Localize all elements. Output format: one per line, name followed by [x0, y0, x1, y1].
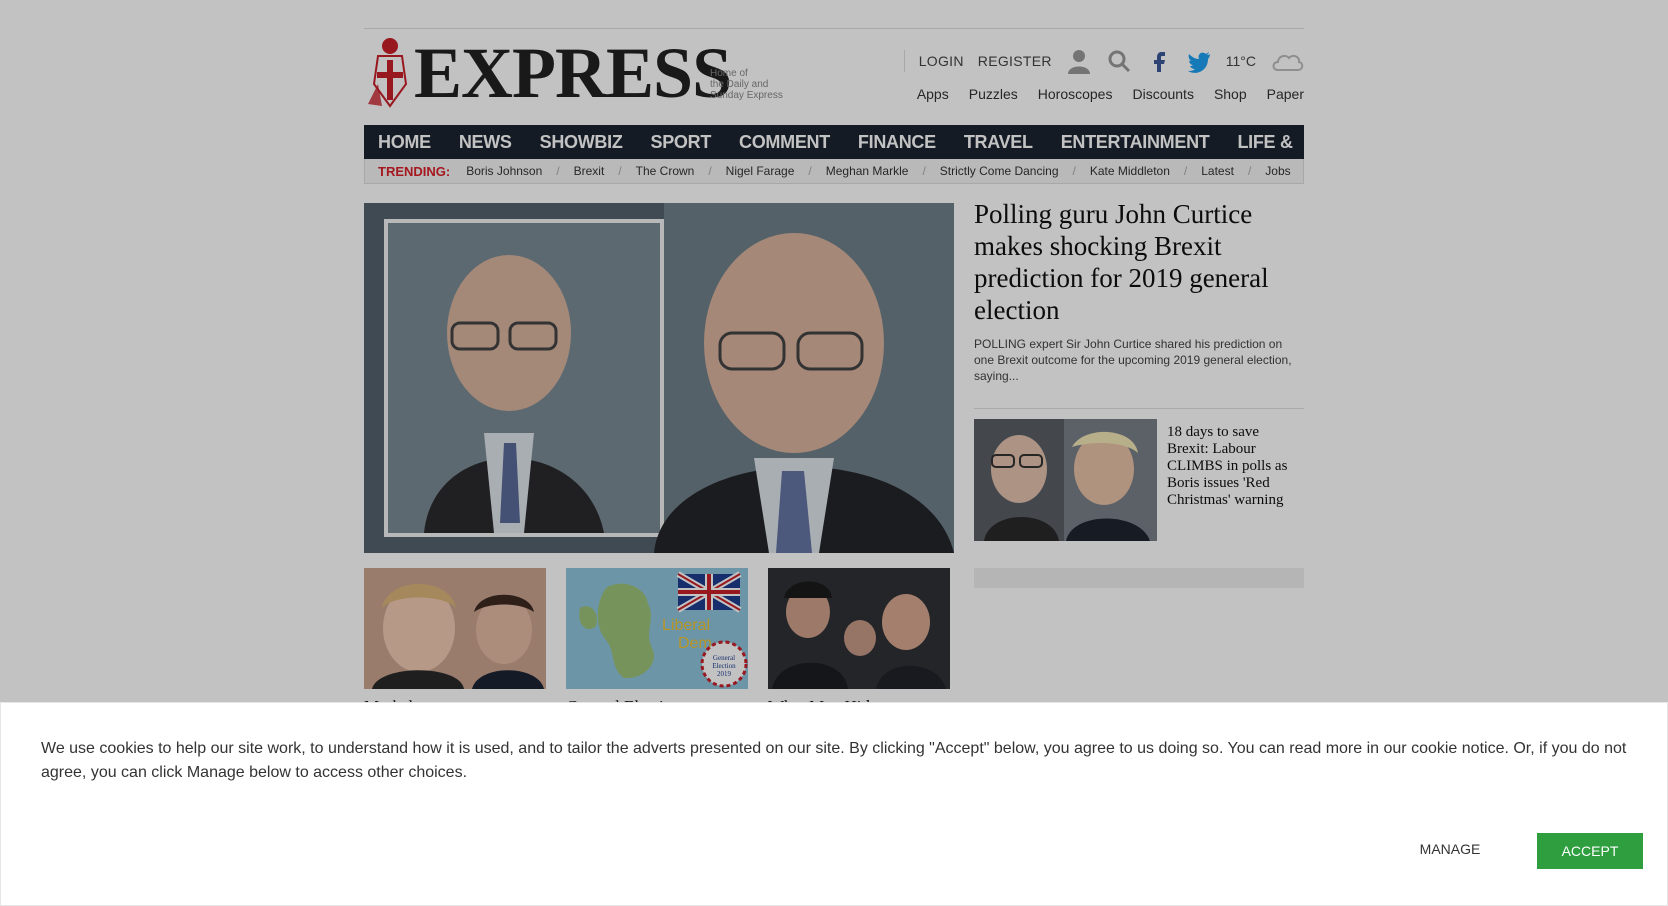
cookie-notice-text: We use cookies to help our site work, to… [41, 740, 1627, 781]
manage-cookies-button[interactable]: MANAGE [1403, 831, 1497, 867]
cookie-consent-banner: We use cookies to help our site work, to… [0, 702, 1668, 906]
accept-cookies-button[interactable]: ACCEPT [1537, 833, 1643, 869]
